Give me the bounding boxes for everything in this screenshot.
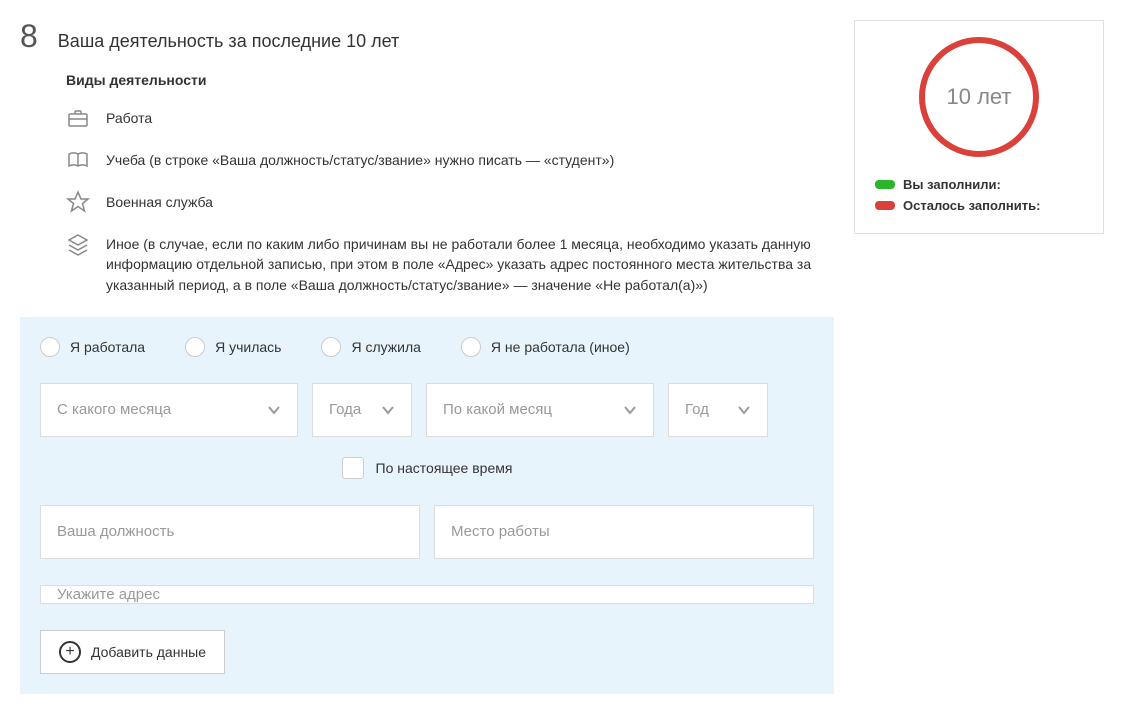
radio-studied[interactable]: Я училась (185, 337, 281, 357)
section-header: 8 Ваша деятельность за последние 10 лет (20, 20, 834, 52)
radio-circle-icon (185, 337, 205, 357)
legend-marker-filled (875, 180, 895, 189)
layers-icon (66, 232, 90, 256)
briefcase-icon (66, 106, 90, 130)
add-button[interactable]: + Добавить данные (40, 630, 225, 674)
radio-studied-label: Я училась (215, 339, 281, 355)
radio-served-label: Я служила (351, 339, 420, 355)
add-button-label: Добавить данные (91, 644, 206, 660)
progress-label: 10 лет (946, 84, 1011, 110)
radio-worked-label: Я работала (70, 339, 145, 355)
select-year-from-placeholder: Года (329, 401, 361, 418)
radio-worked[interactable]: Я работала (40, 337, 145, 357)
select-month-to-placeholder: По какой месяц (443, 401, 552, 418)
input-workplace[interactable] (434, 505, 814, 559)
radio-circle-icon (461, 337, 481, 357)
select-year-to-placeholder: Год (685, 401, 709, 418)
type-text-work: Работа (106, 106, 834, 128)
radio-row: Я работала Я училась Я служила Я не рабо… (40, 337, 814, 357)
select-month-to[interactable]: По какой месяц (426, 383, 654, 437)
type-item-other: Иное (в случае, если по каким либо причи… (66, 232, 834, 295)
input-position[interactable] (40, 505, 420, 559)
checkbox-current-label: По настоящее время (376, 460, 513, 476)
chevron-down-icon (381, 403, 395, 417)
star-icon (66, 190, 90, 214)
chevron-down-icon (623, 403, 637, 417)
type-item-study: Учеба (в строке «Ваша должность/статус/з… (66, 148, 834, 172)
legend-filled-row: Вы заполнили: (875, 177, 1083, 192)
legend-marker-remaining (875, 201, 895, 210)
radio-served[interactable]: Я служила (321, 337, 420, 357)
date-row: С какого месяца Года По какой месяц Год (40, 383, 814, 437)
chevron-down-icon (267, 403, 281, 417)
type-item-military: Военная служба (66, 190, 834, 214)
section-title: Ваша деятельность за последние 10 лет (58, 31, 399, 52)
select-year-from[interactable]: Года (312, 383, 412, 437)
progress-circle: 10 лет (919, 37, 1039, 157)
legend-remaining-text: Осталось заполнить: (903, 198, 1040, 213)
radio-none-label: Я не работала (иное) (491, 339, 630, 355)
main-content: 8 Ваша деятельность за последние 10 лет … (20, 20, 834, 694)
type-text-military: Военная служба (106, 190, 834, 212)
plus-icon: + (59, 641, 81, 663)
type-text-study: Учеба (в строке «Ваша должность/статус/з… (106, 148, 834, 170)
chevron-down-icon (737, 403, 751, 417)
legend: Вы заполнили: Осталось заполнить: (875, 177, 1083, 213)
type-list: Работа Учеба (в строке «Ваша должность/с… (66, 106, 834, 295)
section-number: 8 (20, 20, 38, 52)
legend-filled-text: Вы заполнили: (903, 177, 1001, 192)
form-panel: Я работала Я училась Я служила Я не рабо… (20, 317, 834, 694)
book-icon (66, 148, 90, 172)
radio-circle-icon (321, 337, 341, 357)
sidebar-progress: 10 лет Вы заполнили: Осталось заполнить: (854, 20, 1104, 234)
checkbox-current[interactable] (342, 457, 364, 479)
radio-circle-icon (40, 337, 60, 357)
input-address[interactable] (40, 585, 814, 604)
type-text-other: Иное (в случае, если по каким либо причи… (106, 232, 834, 295)
select-month-from-placeholder: С какого месяца (57, 401, 171, 418)
select-month-from[interactable]: С какого месяца (40, 383, 298, 437)
radio-none[interactable]: Я не работала (иное) (461, 337, 630, 357)
legend-remaining-row: Осталось заполнить: (875, 198, 1083, 213)
type-item-work: Работа (66, 106, 834, 130)
select-year-to[interactable]: Год (668, 383, 768, 437)
input-row-position-workplace (40, 505, 814, 559)
types-heading: Виды деятельности (66, 72, 834, 88)
checkbox-row: По настоящее время (40, 457, 814, 479)
